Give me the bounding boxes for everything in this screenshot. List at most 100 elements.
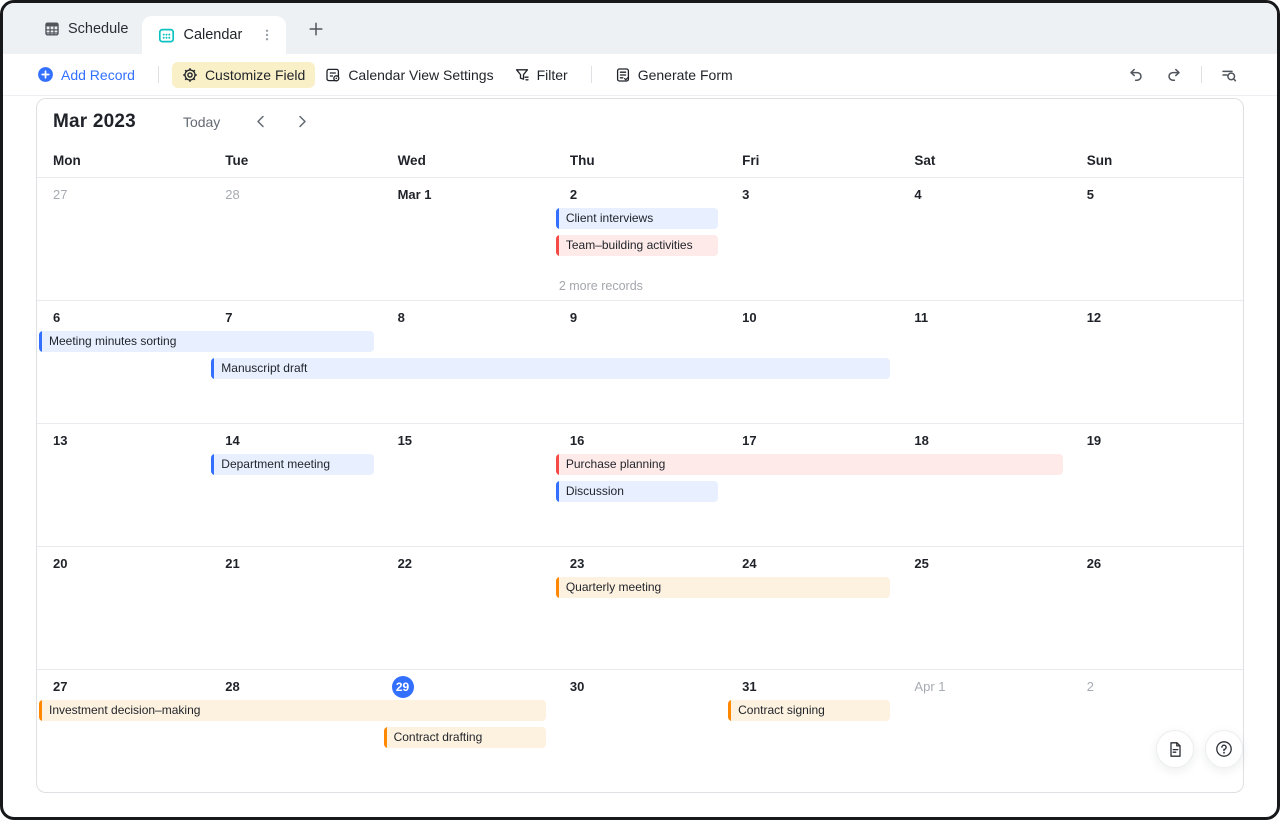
date-label: 11: [914, 310, 928, 325]
day-cell[interactable]: Apr 1: [898, 670, 1070, 793]
day-cell[interactable]: 14: [209, 424, 381, 546]
day-cell[interactable]: 22: [382, 547, 554, 669]
date-label: 28: [225, 187, 239, 202]
date-label: 14: [225, 433, 239, 448]
day-cell[interactable]: Mar 1: [382, 178, 554, 300]
today-button[interactable]: Today: [183, 114, 220, 130]
help-button[interactable]: [1205, 730, 1243, 768]
day-cell[interactable]: 23: [554, 547, 726, 669]
date-label: 21: [225, 556, 239, 571]
day-cell[interactable]: 26: [1071, 547, 1243, 669]
calendar-event[interactable]: Team–building activities: [556, 235, 718, 256]
redo-button[interactable]: [1160, 61, 1188, 89]
day-cell[interactable]: 11: [898, 301, 1070, 423]
tab-calendar[interactable]: Calendar: [142, 16, 286, 54]
day-cell[interactable]: 24: [726, 547, 898, 669]
generate-form-button[interactable]: Generate Form: [605, 62, 743, 88]
date-label: 27: [53, 187, 67, 202]
calendar-header: Mar 2023 Today: [37, 99, 1243, 144]
date-label: 23: [570, 556, 584, 571]
prev-month-chevron-icon[interactable]: [250, 112, 270, 132]
weekday-label: Thu: [554, 153, 726, 168]
day-cell[interactable]: 3: [726, 178, 898, 300]
date-label: 13: [53, 433, 67, 448]
calendar-event[interactable]: Department meeting: [211, 454, 373, 475]
calendar-grid-icon: [158, 27, 175, 44]
calendar-event[interactable]: Discussion: [556, 481, 718, 502]
form-doc-icon: [615, 67, 631, 83]
weekday-label: Tue: [209, 153, 381, 168]
tab-label: Calendar: [183, 27, 242, 43]
day-cell[interactable]: 28: [209, 178, 381, 300]
date-label: 8: [398, 310, 405, 325]
day-cell[interactable]: 17: [726, 424, 898, 546]
date-label: 26: [1087, 556, 1101, 571]
add-view-button[interactable]: [308, 21, 324, 37]
date-label: 2: [570, 187, 577, 202]
date-label: 18: [914, 433, 928, 448]
day-cell[interactable]: 20: [37, 547, 209, 669]
divider: [591, 66, 592, 83]
tab-label: Schedule: [68, 21, 128, 37]
day-cell[interactable]: 13: [37, 424, 209, 546]
day-cell[interactable]: 4: [898, 178, 1070, 300]
week-row: 2728293031Apr 12Investment decision–maki…: [37, 670, 1243, 793]
date-label: 30: [570, 679, 584, 694]
date-label: 31: [742, 679, 756, 694]
day-cell[interactable]: 21: [209, 547, 381, 669]
weekday-label: Sun: [1071, 153, 1243, 168]
calendar-event[interactable]: Client interviews: [556, 208, 718, 229]
date-label: 25: [914, 556, 928, 571]
calendar-event[interactable]: Manuscript draft: [211, 358, 890, 379]
calendar-event[interactable]: Contract drafting: [384, 727, 546, 748]
more-vertical-icon[interactable]: [260, 28, 274, 42]
date-label: 22: [398, 556, 412, 571]
add-record-button[interactable]: Add Record: [37, 61, 145, 88]
filter-button[interactable]: Filter: [504, 62, 578, 88]
undo-button[interactable]: [1122, 61, 1150, 89]
calendar-grid: 2728Mar 12345Client interviewsTeam–build…: [37, 178, 1243, 793]
day-cell[interactable]: 25: [898, 547, 1070, 669]
divider: [158, 66, 159, 83]
calendar-event[interactable]: Quarterly meeting: [556, 577, 891, 598]
date-label: 12: [1087, 310, 1101, 325]
more-records-link[interactable]: 2 more records: [559, 279, 643, 293]
date-label: Mar 1: [398, 187, 432, 202]
weekday-label: Sat: [898, 153, 1070, 168]
record-doc-button[interactable]: [1156, 730, 1194, 768]
table-grid-icon: [44, 21, 60, 37]
calendar-event[interactable]: Meeting minutes sorting: [39, 331, 374, 352]
day-cell[interactable]: 12: [1071, 301, 1243, 423]
day-cell[interactable]: 15: [382, 424, 554, 546]
date-label: 7: [225, 310, 232, 325]
tab-schedule[interactable]: Schedule: [30, 3, 142, 54]
day-cell[interactable]: 19: [1071, 424, 1243, 546]
week-row: 20 21 22 23 24 25 26 Quarterly meeting: [37, 547, 1243, 670]
calendar-event[interactable]: Contract signing: [728, 700, 890, 721]
week-row: 13 14 15 16 17 18 19 Department meeting Purchase…: [37, 424, 1243, 547]
day-cell[interactable]: 5: [1071, 178, 1243, 300]
day-cell[interactable]: 27: [37, 670, 209, 793]
search-records-icon[interactable]: [1215, 61, 1243, 89]
customize-field-button[interactable]: Customize Field: [172, 62, 315, 88]
calendar-event[interactable]: Purchase planning: [556, 454, 1063, 475]
date-label: 16: [570, 433, 584, 448]
calendar-view-settings-button[interactable]: Calendar View Settings: [315, 62, 503, 88]
view-tab-bar: Schedule Calendar: [3, 3, 1277, 54]
month-title: Mar 2023: [53, 111, 136, 133]
date-label: 6: [53, 310, 60, 325]
date-label: 27: [53, 679, 67, 694]
calendar-event[interactable]: Investment decision–making: [39, 700, 546, 721]
day-cell[interactable]: 28: [209, 670, 381, 793]
date-label: 3: [742, 187, 749, 202]
day-cell[interactable]: 18: [898, 424, 1070, 546]
next-month-chevron-icon[interactable]: [292, 112, 312, 132]
day-cell[interactable]: 30: [554, 670, 726, 793]
week-row: 27 28 Mar 1 2 3 45 Client interviews Team–build…: [37, 178, 1243, 301]
day-cell[interactable]: 31: [726, 670, 898, 793]
day-cell[interactable]: 27: [37, 178, 209, 300]
date-label: 19: [1087, 433, 1101, 448]
day-cell[interactable]: 6: [37, 301, 209, 423]
toolbar: Add Record Customize Field: [3, 54, 1277, 96]
add-circle-icon: [37, 66, 54, 83]
